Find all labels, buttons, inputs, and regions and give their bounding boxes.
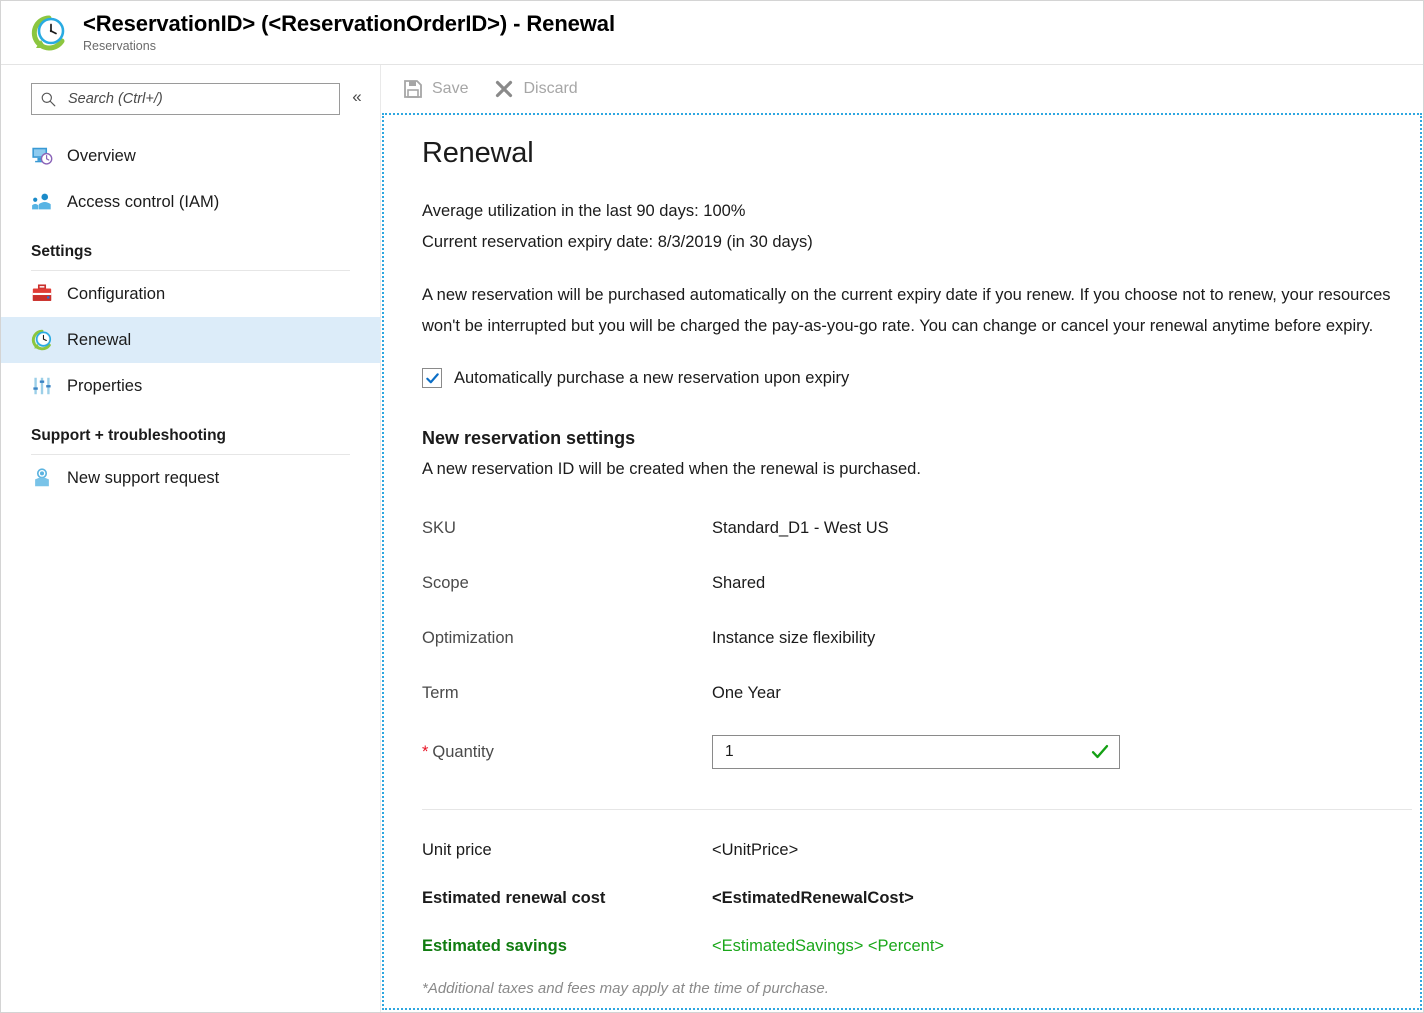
utilization-text: Average utilization in the last 90 days:… [422, 196, 1420, 227]
expiry-date-text: Current reservation expiry date: 8/3/201… [422, 227, 1420, 258]
sidebar-item-label: Configuration [67, 285, 165, 304]
sidebar-item-properties[interactable]: Properties [1, 363, 380, 409]
field-label: Term [422, 684, 712, 703]
renewal-description-text: A new reservation will be purchased auto… [422, 280, 1402, 342]
sidebar-group-title: Settings [31, 243, 350, 261]
sidebar-item-overview[interactable]: Overview [1, 133, 380, 179]
field-value: Shared [712, 574, 765, 593]
field-value: Instance size flexibility [712, 629, 875, 648]
field-row-term: Term One Year [422, 666, 1420, 721]
search-icon [40, 91, 57, 108]
close-x-icon [494, 79, 514, 99]
green-check-icon [1091, 743, 1109, 761]
pricing-divider [422, 809, 1412, 810]
main-content-column: Save Discard Renewal Average utilization… [381, 65, 1423, 1012]
required-asterisk: * [422, 743, 428, 761]
price-value: <EstimatedSavings> <Percent> [712, 937, 944, 956]
field-label: SKU [422, 519, 712, 538]
sidebar-item-new-support-request[interactable]: New support request [1, 455, 380, 501]
quantity-input-wrapper[interactable] [712, 735, 1120, 769]
sidebar-group-title: Support + troubleshooting [31, 427, 350, 445]
auto-purchase-label: Automatically purchase a new reservation… [454, 369, 849, 388]
clock-renewal-icon [29, 13, 69, 53]
field-value: Standard_D1 - West US [712, 519, 889, 538]
sidebar-item-label: Renewal [67, 331, 131, 350]
access-control-people-icon [31, 191, 53, 213]
sidebar-item-configuration[interactable]: Configuration [1, 271, 380, 317]
breadcrumb: Reservations [83, 38, 615, 54]
field-row-sku: SKU Standard_D1 - West US [422, 501, 1420, 556]
new-reservation-settings-subheading: A new reservation ID will be created whe… [422, 460, 1420, 479]
toolbox-icon [31, 283, 53, 305]
blade-titlebar: <ReservationID> (<ReservationOrderID>) -… [1, 1, 1423, 65]
sidebar-group-settings-header: Settings [1, 225, 380, 271]
sidebar-item-renewal[interactable]: Renewal [1, 317, 380, 363]
sidebar-group-support-items: New support request [1, 455, 380, 501]
discard-label: Discard [523, 80, 577, 98]
quantity-label-text: Quantity [432, 743, 493, 761]
support-headset-icon [31, 467, 53, 489]
price-row-estimated-savings: Estimated savings <EstimatedSavings> <Pe… [422, 922, 1420, 970]
price-row-unit-price: Unit price <UnitPrice> [422, 826, 1420, 874]
field-row-scope: Scope Shared [422, 556, 1420, 611]
page-title: <ReservationID> (<ReservationOrderID>) -… [83, 11, 615, 37]
section-title-renewal: Renewal [422, 137, 1420, 170]
save-label: Save [432, 80, 468, 98]
blade-body: « Overview [1, 65, 1423, 1012]
field-row-quantity: *Quantity [422, 721, 1420, 783]
clock-renewal-icon [31, 329, 53, 351]
price-label: Unit price [422, 841, 712, 860]
search-box[interactable] [31, 83, 340, 115]
new-reservation-settings-heading: New reservation settings [422, 428, 1420, 449]
checkmark-icon [425, 371, 440, 386]
quantity-label: *Quantity [422, 743, 712, 762]
titlebar-text-group: <ReservationID> (<ReservationOrderID>) -… [83, 11, 615, 54]
sidebar-item-access-control[interactable]: Access control (IAM) [1, 179, 380, 225]
price-value: <EstimatedRenewalCost> [712, 889, 914, 908]
field-row-optimization: Optimization Instance size flexibility [422, 611, 1420, 666]
renewal-form-pane: Renewal Average utilization in the last … [382, 113, 1422, 1010]
auto-purchase-checkbox-row[interactable]: Automatically purchase a new reservation… [422, 368, 1420, 388]
price-label: Estimated savings [422, 937, 712, 956]
search-input[interactable] [66, 90, 331, 108]
auto-purchase-checkbox[interactable] [422, 368, 442, 388]
sidebar-item-label: Properties [67, 377, 142, 396]
discard-button[interactable]: Discard [494, 79, 577, 99]
price-row-estimated-renewal-cost: Estimated renewal cost <EstimatedRenewal… [422, 874, 1420, 922]
pricing-summary: Unit price <UnitPrice> Estimated renewal… [422, 826, 1420, 997]
sidebar: « Overview [1, 65, 381, 1012]
command-toolbar: Save Discard [381, 65, 1423, 113]
sidebar-group-settings-items: Configuration Renewal [1, 271, 380, 409]
sidebar-top-items: Overview Access control (IAM) [1, 133, 380, 225]
sidebar-group-support-header: Support + troubleshooting [1, 409, 380, 455]
overview-monitor-icon [31, 145, 53, 167]
field-label: Scope [422, 574, 712, 593]
quantity-input[interactable] [723, 742, 1091, 762]
collapse-sidebar-button[interactable]: « [344, 84, 370, 110]
save-button[interactable]: Save [403, 79, 468, 99]
pricing-footnote: *Additional taxes and fees may apply at … [422, 980, 1420, 997]
sidebar-item-label: Overview [67, 147, 136, 166]
sidebar-item-label: New support request [67, 469, 219, 488]
field-label: Optimization [422, 629, 712, 648]
sliders-icon [31, 375, 53, 397]
reservation-settings-fields: SKU Standard_D1 - West US Scope Shared O… [422, 501, 1420, 783]
field-value: One Year [712, 684, 781, 703]
price-value: <UnitPrice> [712, 841, 798, 860]
price-label: Estimated renewal cost [422, 889, 712, 908]
save-floppy-icon [403, 79, 423, 99]
sidebar-item-label: Access control (IAM) [67, 193, 219, 212]
azure-portal-blade: <ReservationID> (<ReservationOrderID>) -… [0, 0, 1424, 1013]
sidebar-search-row: « [1, 83, 380, 115]
